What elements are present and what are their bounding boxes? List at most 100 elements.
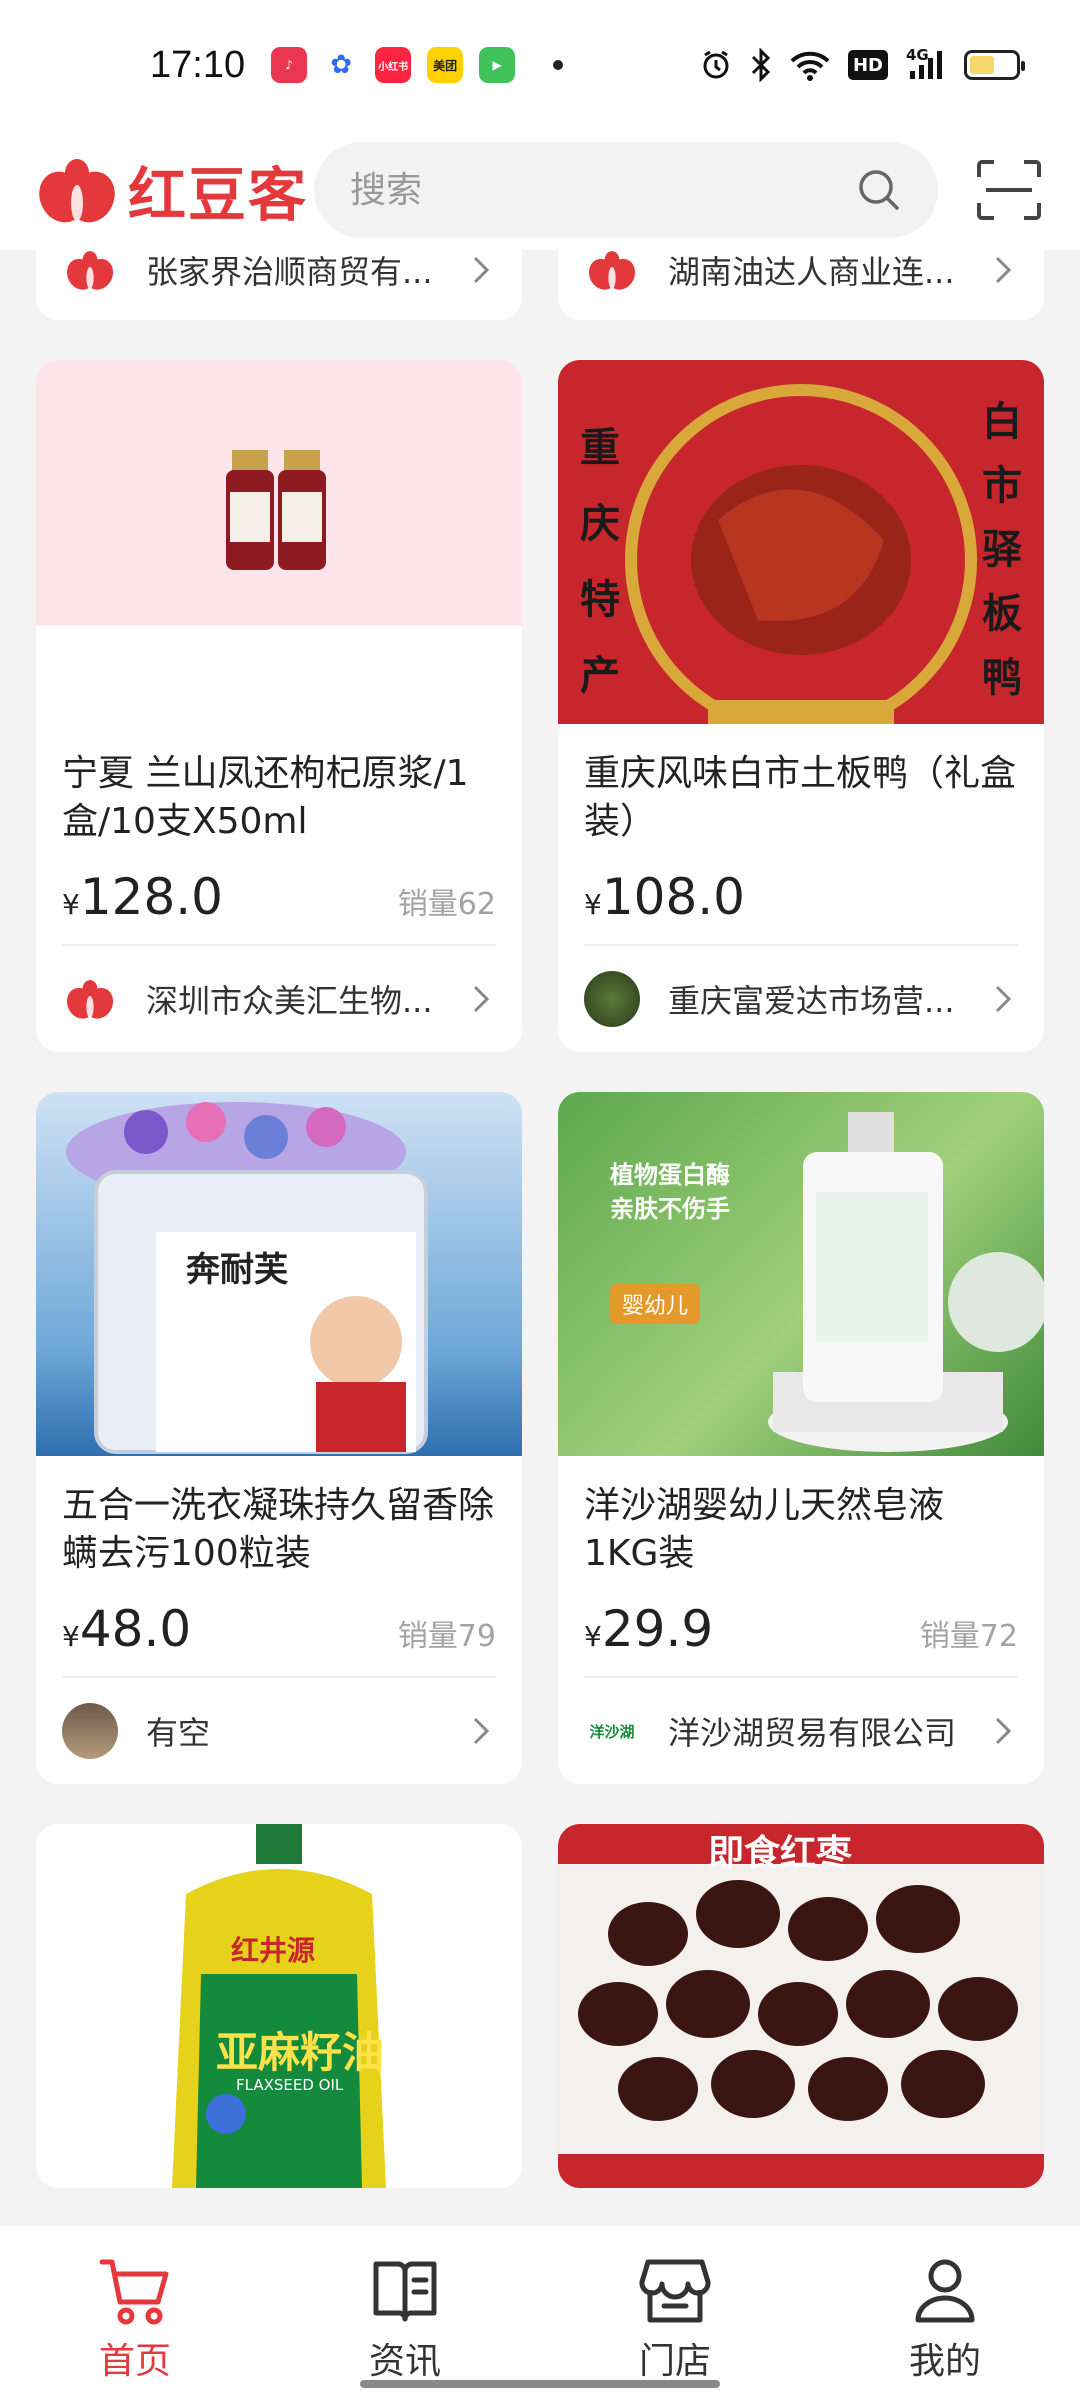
user-icon	[915, 2259, 975, 2323]
product-image[interactable]: 即食红枣	[558, 1824, 1044, 2188]
search-input[interactable]	[350, 169, 856, 211]
product-card[interactable]: 即食红枣	[558, 1824, 1044, 2188]
status-time: 17:10	[150, 43, 246, 86]
product-price: ¥29.9	[584, 1600, 713, 1658]
meituan-app-icon: 美团	[427, 47, 464, 83]
scan-button[interactable]	[974, 155, 1044, 225]
product-image[interactable]	[36, 360, 522, 724]
image-text-line: 亲肤不伤手	[610, 1195, 730, 1223]
braised-duck-image	[625, 384, 977, 724]
nav-profile[interactable]: 我的	[810, 2226, 1080, 2400]
bottom-nav: 首页 资讯 门店 我的	[0, 2226, 1080, 2400]
chevron-right-icon	[466, 255, 496, 285]
nav-label: 资讯	[368, 2341, 441, 2382]
sales-count: 销量79	[397, 1619, 496, 1654]
red-dates-image	[558, 1864, 1044, 2188]
product-image[interactable]: 奔耐芙	[36, 1092, 522, 1456]
chevron-right-icon	[988, 984, 1018, 1014]
chevron-right-icon	[466, 1716, 496, 1746]
nav-label: 首页	[98, 2341, 171, 2382]
image-text-line: 植物蛋白酶	[610, 1161, 730, 1189]
video-app-icon: ▶	[479, 47, 516, 83]
network-type: 4G	[906, 46, 929, 64]
price-symbol: ¥	[584, 1620, 602, 1653]
red-bean-logo-icon	[39, 159, 115, 223]
product-card-partial[interactable]: 湖南油达人商业连...	[558, 250, 1044, 320]
feed-column-left: 张家界治顺商贸有... 宁夏 兰山凤还枸杞原浆/1盒/10支X50ml ¥128…	[36, 250, 522, 2226]
book-icon	[373, 2261, 437, 2322]
red-bean-logo-icon	[588, 251, 636, 290]
price-value: 29.9	[601, 1600, 714, 1658]
shop-logo: 洋沙湖	[589, 1722, 635, 1741]
product-feed[interactable]: 张家界治顺商贸有... 宁夏 兰山凤还枸杞原浆/1盒/10支X50ml ¥128…	[0, 250, 1080, 2226]
product-card-partial[interactable]: 张家界治顺商贸有...	[36, 250, 522, 320]
price-symbol: ¥	[62, 888, 80, 921]
product-title[interactable]: 五合一洗衣凝珠持久留香除螨去污100粒装	[62, 1482, 496, 1578]
baidu-app-icon: ✿	[323, 47, 360, 83]
shop-row[interactable]: 张家界治顺商贸有...	[62, 250, 496, 300]
shop-logo	[62, 1703, 118, 1759]
shop-logo	[62, 250, 118, 298]
nav-home[interactable]: 首页	[0, 2226, 270, 2400]
image-char: 产	[580, 653, 620, 699]
price-symbol: ¥	[584, 888, 602, 921]
product-card[interactable]: 宁夏 兰山凤还枸杞原浆/1盒/10支X50ml ¥128.0 销量62 深圳市众…	[36, 360, 522, 1052]
product-title[interactable]: 重庆风味白市土板鸭（礼盒装）	[584, 750, 1018, 846]
shop-row[interactable]: 重庆富爱达市场营...	[584, 946, 1018, 1052]
goji-juice-bottles-image	[226, 450, 326, 570]
cart-icon	[99, 2259, 169, 2325]
xiaohongshu-app-icon: 小红书	[375, 47, 412, 83]
product-title[interactable]: 宁夏 兰山凤还枸杞原浆/1盒/10支X50ml	[62, 750, 496, 846]
shop-row[interactable]: 深圳市众美汇生物...	[62, 946, 496, 1052]
image-char: 庆	[580, 501, 620, 547]
product-image-text: 亚麻籽油	[216, 2028, 385, 2077]
shop-name: 重庆富爱达市场营...	[668, 982, 955, 1020]
image-char: 驿	[982, 527, 1022, 573]
product-image-subtext: FLAXSEED OIL	[236, 2076, 344, 2094]
store-icon	[639, 2259, 711, 2323]
product-title[interactable]: 洋沙湖婴幼儿天然皂液1KG装	[584, 1482, 1018, 1578]
chevron-right-icon	[988, 1716, 1018, 1746]
search-icon[interactable]	[856, 167, 902, 213]
shop-row[interactable]: 湖南油达人商业连...	[584, 250, 1018, 300]
home-indicator[interactable]	[360, 2380, 720, 2388]
shop-logo	[584, 971, 640, 1027]
product-card[interactable]: 植物蛋白酶 亲肤不伤手 婴幼儿 洋沙湖婴幼儿天然皂液1KG装 ¥29.9 销量7…	[558, 1092, 1044, 1784]
search-bar[interactable]	[314, 142, 938, 238]
app-logo[interactable]: 红豆客	[36, 148, 308, 232]
wifi-icon	[790, 48, 830, 82]
nav-store[interactable]: 门店	[540, 2226, 810, 2400]
product-card[interactable]: 红井源 亚麻籽油 FLAXSEED OIL	[36, 1824, 522, 2188]
product-image-text-right: 白市驿板鸭	[974, 390, 1030, 710]
product-image[interactable]: 红井源 亚麻籽油 FLAXSEED OIL	[36, 1824, 522, 2188]
image-char: 特	[580, 577, 620, 623]
product-image-text: 即食红枣	[708, 1833, 853, 1874]
shop-name: 深圳市众美汇生物...	[146, 982, 433, 1020]
product-image[interactable]: 重庆特产 白市驿板鸭	[558, 360, 1044, 724]
shop-name: 洋沙湖贸易有限公司	[668, 1714, 957, 1752]
notification-dot-icon	[553, 60, 564, 70]
product-card[interactable]: 奔耐芙 五合一洗衣凝珠持久留香除螨去污100粒装 ¥48.0 销量79 有空	[36, 1092, 522, 1784]
product-price: ¥108.0	[584, 868, 745, 926]
scan-icon	[977, 160, 1041, 220]
shop-row[interactable]: 有空	[62, 1678, 496, 1784]
nav-label: 我的	[908, 2341, 981, 2382]
chevron-right-icon	[988, 255, 1018, 285]
nav-news[interactable]: 资讯	[270, 2226, 540, 2400]
image-char: 板	[982, 591, 1022, 637]
price-value: 108.0	[601, 868, 745, 926]
image-char: 重	[580, 425, 620, 471]
signal-icon: 4G	[906, 46, 946, 82]
battery-level	[970, 56, 995, 74]
image-char: 鸭	[982, 655, 1022, 701]
image-char: 市	[982, 463, 1022, 509]
product-card[interactable]: 重庆特产 白市驿板鸭 重庆风味白市土板鸭（礼盒装） ¥108.0 重庆富爱达市场…	[558, 360, 1044, 1052]
alarm-icon	[700, 48, 732, 82]
product-brand-text: 红井源	[231, 1934, 316, 1967]
red-bean-logo-icon	[66, 980, 114, 1019]
flaxseed-oil-bottle-image	[172, 1824, 386, 2188]
shop-row[interactable]: 洋沙湖 洋沙湖贸易有限公司	[584, 1678, 1018, 1784]
nav-label: 门店	[638, 2341, 711, 2382]
sales-count: 销量62	[397, 887, 496, 922]
product-image[interactable]: 植物蛋白酶 亲肤不伤手 婴幼儿	[558, 1092, 1044, 1456]
